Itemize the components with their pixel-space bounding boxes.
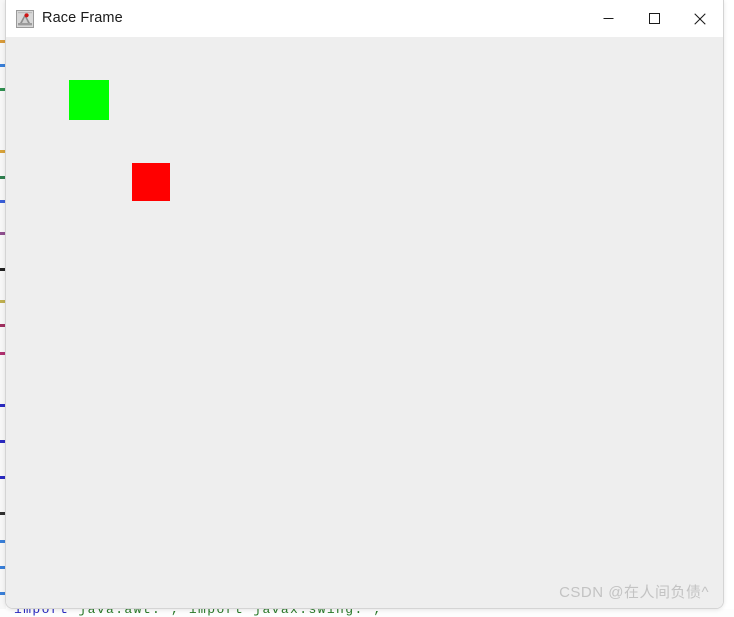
window-controls bbox=[585, 0, 723, 37]
race-frame-window[interactable]: Race Frame CSDN @在人间负债^ bbox=[5, 0, 724, 609]
red-square-racer[interactable] bbox=[132, 163, 170, 201]
minimize-button[interactable] bbox=[585, 0, 631, 37]
csdn-watermark: CSDN @在人间负债^ bbox=[559, 584, 709, 601]
window-title-text: Race Frame bbox=[42, 10, 123, 26]
background-code-text: import java.awt.*; import javax.swing.*; bbox=[14, 609, 382, 617]
background-code-rest: java.awt.*; import javax.swing.*; bbox=[69, 609, 383, 617]
background-editor-bottom-strip: import java.awt.*; import javax.swing.*; bbox=[0, 609, 734, 617]
maximize-button[interactable] bbox=[631, 0, 677, 37]
background-code-keyword: import bbox=[14, 609, 70, 617]
close-button[interactable] bbox=[677, 0, 723, 37]
race-canvas: CSDN @在人间负债^ bbox=[6, 37, 723, 608]
java-duke-icon bbox=[16, 9, 34, 28]
green-square-racer[interactable] bbox=[69, 80, 109, 120]
window-title-bar[interactable]: Race Frame bbox=[6, 0, 723, 37]
